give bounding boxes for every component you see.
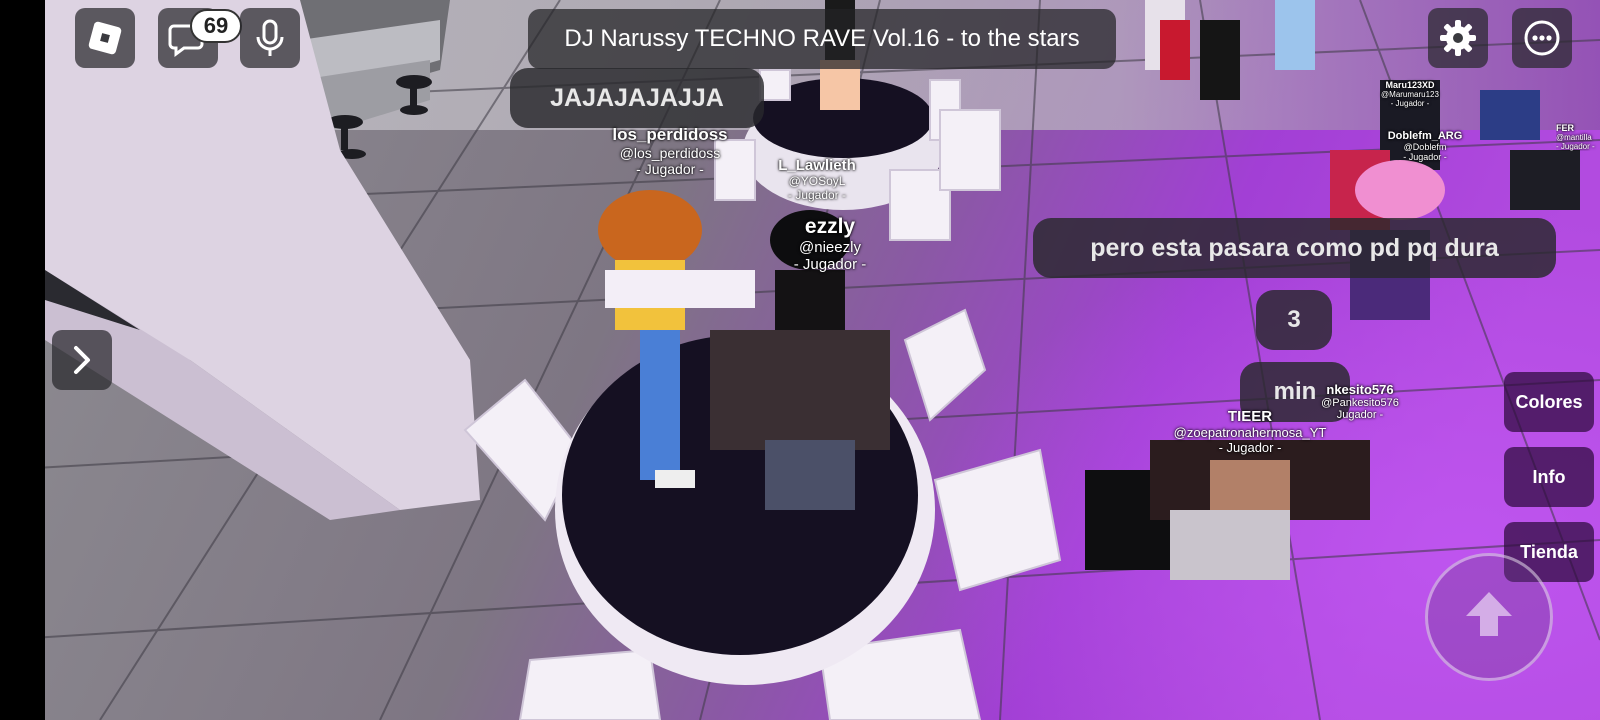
player-role: - Jugador - [636, 161, 704, 177]
jump-button[interactable] [1425, 553, 1553, 681]
player-role: - Jugador - [1218, 440, 1282, 455]
chat-bubble: 3 [1256, 290, 1332, 350]
player-handle: @zoepatronahermosa_YT [1173, 425, 1327, 440]
player-display-name: nkesito576 [1326, 382, 1394, 397]
microphone-button[interactable] [240, 8, 300, 68]
expand-panel-button[interactable] [52, 330, 112, 390]
chat-bubble: JAJAJAJAJJA [510, 68, 764, 128]
player-display-name: Maru123XD [1385, 80, 1435, 90]
more-options-icon [1524, 20, 1560, 56]
arrow-up-icon [1466, 592, 1512, 636]
info-button[interactable]: Info [1504, 447, 1594, 507]
player-role: - Jugador - [1390, 99, 1430, 108]
player-display-name: Doblefm_ARG [1387, 130, 1463, 142]
player-nametag: ezzly @nieezly - Jugador - [765, 215, 895, 273]
player-nametag: Doblefm_ARG @Doblefm - Jugador - [1370, 130, 1480, 162]
player-handle: @mantilla [1556, 133, 1592, 142]
player-display-name: L_Lawlieth [778, 157, 856, 174]
player-handle: @Marumaru123 [1381, 90, 1439, 99]
player-nametag: los_perdidoss @los_perdidoss - Jugador - [565, 125, 775, 177]
player-role: - Jugador - [787, 188, 847, 202]
player-display-name: TIEER [1227, 408, 1273, 425]
player-nametag: Maru123XD @Marumaru123 - Jugador - [1360, 80, 1460, 108]
more-options-button[interactable] [1512, 8, 1572, 68]
player-role: - Jugador - [793, 256, 867, 273]
player-display-name: FER [1556, 123, 1574, 133]
experience-title: DJ Narussy TECHNO RAVE Vol.16 - to the s… [528, 9, 1116, 69]
microphone-icon [256, 19, 284, 56]
player-handle: @YOSoyL [788, 174, 846, 188]
player-display-name: ezzly [804, 215, 856, 238]
roblox-menu-button[interactable] [75, 8, 135, 68]
player-role: - Jugador - [1556, 142, 1595, 151]
player-handle: @Doblefm [1403, 142, 1447, 152]
chat-unread-badge: 69 [190, 9, 242, 43]
player-nametag: FER @mantilla - Jugador - [1556, 123, 1600, 151]
chevron-right-icon [74, 346, 90, 374]
player-display-name: los_perdidoss [612, 125, 728, 144]
roblox-logo-icon [88, 21, 122, 55]
settings-button[interactable] [1428, 8, 1488, 68]
chat-bubble: pero esta pasara como pd pq dura [1033, 218, 1556, 278]
gear-icon [1440, 20, 1476, 56]
player-role: - Jugador - [1403, 152, 1447, 162]
player-nametag: TIEER @zoepatronahermosa_YT - Jugador - [1160, 408, 1340, 455]
player-handle: @los_perdidoss [619, 145, 721, 161]
player-handle: @nieezly [799, 239, 861, 256]
game-scene[interactable] [0, 0, 1600, 720]
colors-button[interactable]: Colores [1504, 372, 1594, 432]
player-nametag: L_Lawlieth @YOSoyL - Jugador - [752, 157, 882, 202]
